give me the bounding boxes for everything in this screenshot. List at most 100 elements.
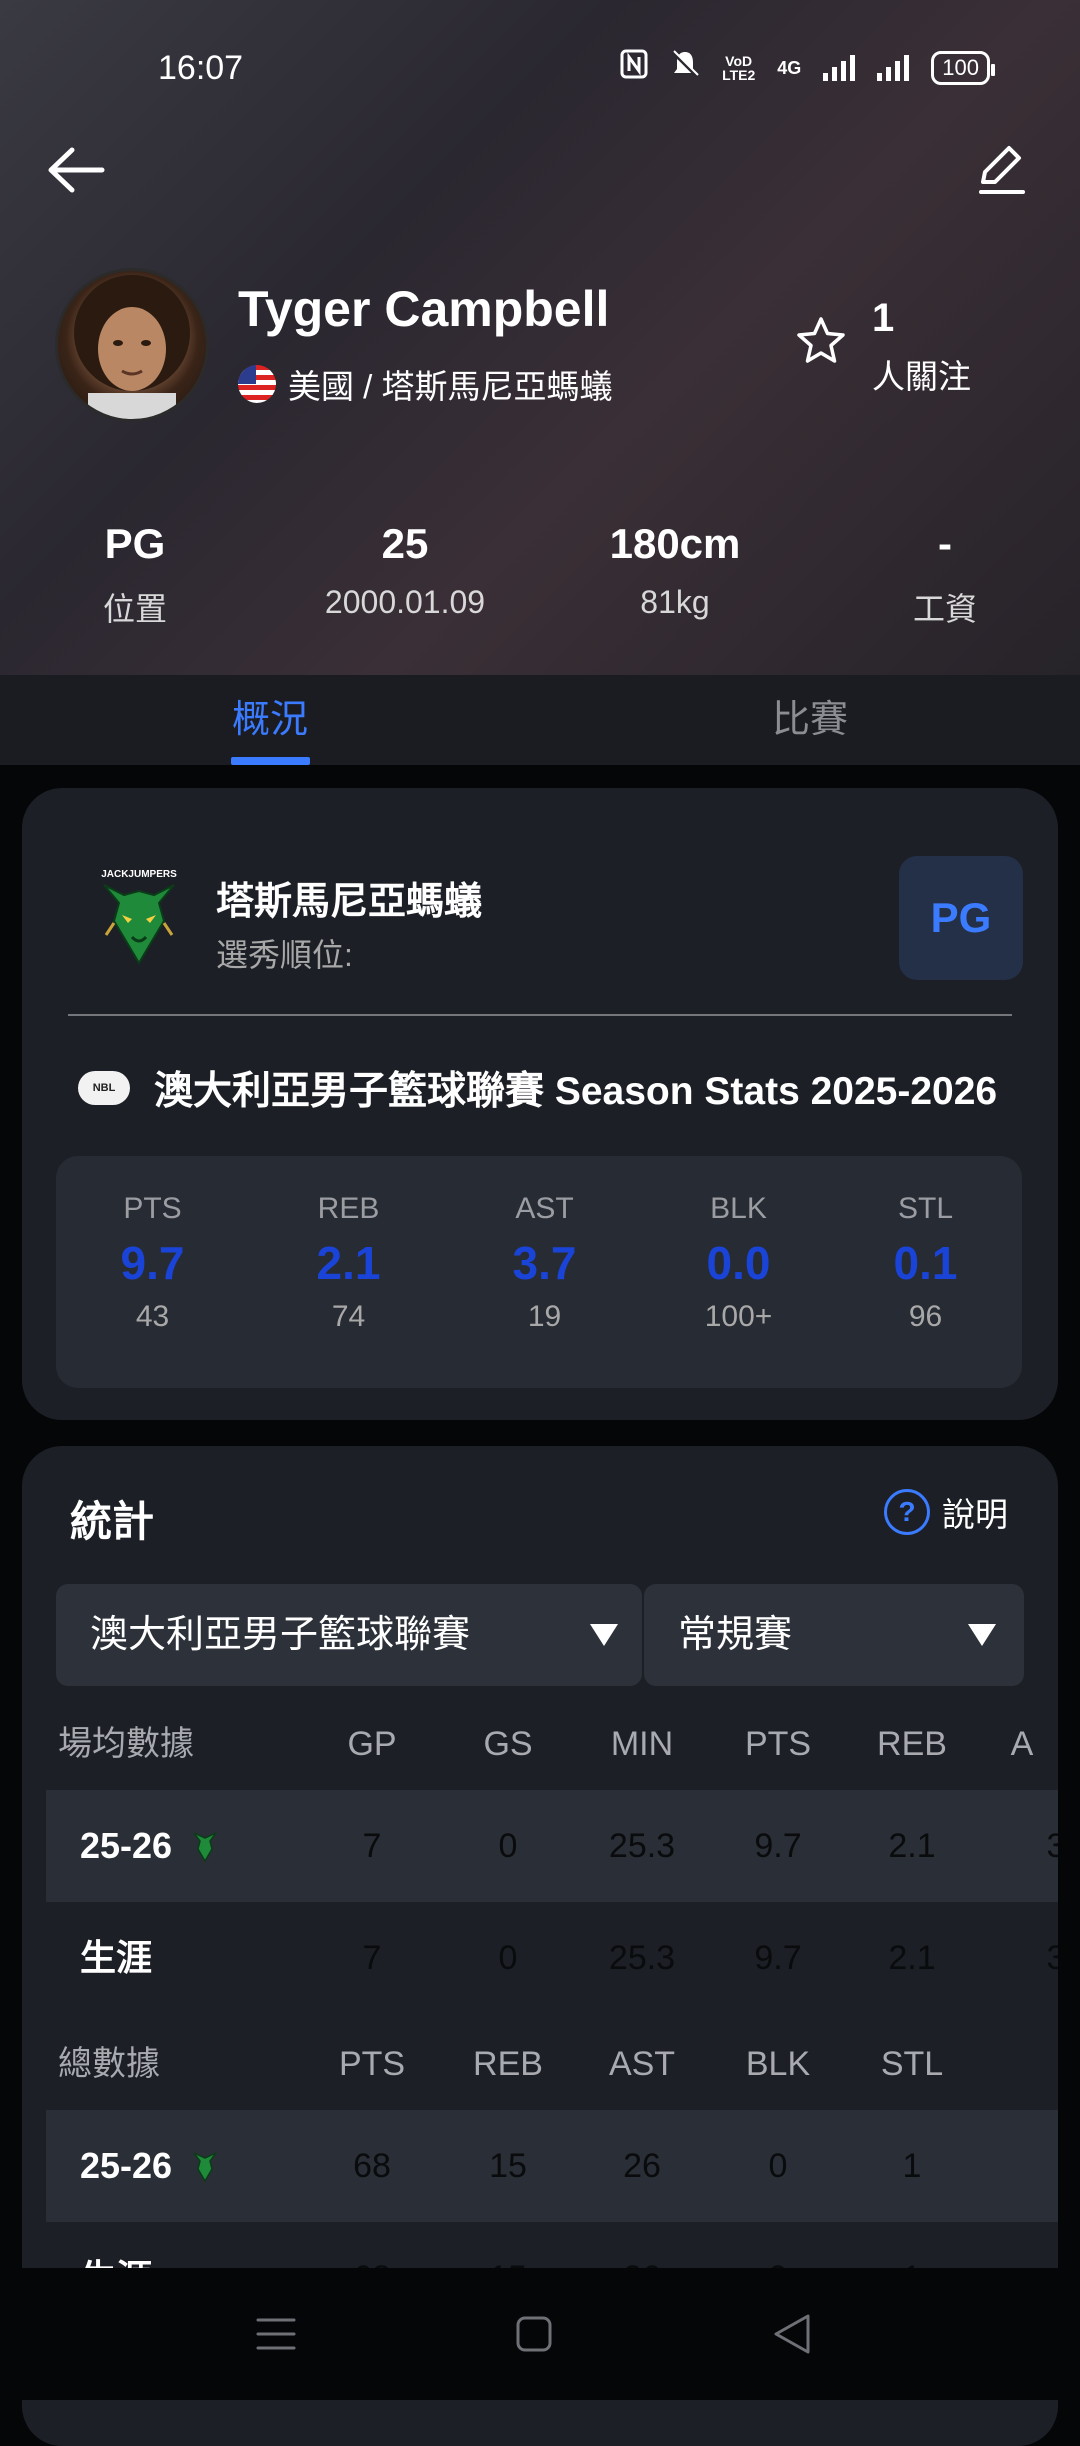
info-sub: 位置 [102,591,167,627]
career-label: 生涯 [80,1937,153,1978]
per-game-title: 場均數據 [58,1725,194,1763]
stat-value: 9.7 [120,1237,185,1289]
info-sub: 工資 [912,591,977,627]
info-value: 180cm [609,520,741,567]
player-header: 16:07 VoD LTE2 4G 100 Tyger Campbell 美國 … [0,0,1080,675]
follow-star-icon[interactable] [795,315,847,367]
dropdown-arrow-icon [968,1624,996,1646]
season-type-value: 常規賽 [678,1614,793,1656]
team-logo-icon[interactable]: JACKJUMPERS [84,863,194,973]
table-cell: 25.3 [608,1827,676,1865]
back-triangle-icon[interactable] [732,2268,852,2400]
info-value: 25 [381,520,429,567]
per-game-header: 場均數據 GP GS MIN PTS REB A [22,1704,1058,1784]
table-cell: 1 [902,2147,922,2185]
table-cell: 3 [1046,1939,1058,1977]
col-header: PTS [744,1725,812,1763]
signal-2-icon [877,55,910,81]
table-cell: 68 [353,2147,391,2185]
divider [68,1014,1012,1016]
stat-value: 2.1 [316,1237,381,1289]
stat-value: 3.7 [512,1237,577,1289]
table-row[interactable]: 生涯 7 0 25.3 9.7 2.1 3 [46,1902,1058,2014]
nationality-team-text: 美國 / 塔斯馬尼亞螞蟻 [288,368,613,405]
stat-value: 0.0 [706,1237,771,1289]
table-cell: 9.7 [754,1939,802,1977]
row-label: 25-26 [80,1790,220,1902]
team-name[interactable]: 塔斯馬尼亞螞蟻 [216,870,482,925]
col-header: BLK [745,2045,811,2083]
stat-ast: AST 3.7 19 [448,1156,641,1334]
stat-label: AST [515,1192,574,1225]
col-header: REB [473,2045,543,2083]
col-header: GP [347,1725,397,1763]
table-cell: 3 [1046,1827,1058,1865]
back-arrow-icon[interactable] [46,145,106,195]
stat-label: BLK [710,1192,767,1225]
stat-blk: BLK 0.0 100+ [642,1156,835,1334]
col-header: PTS [338,2045,406,2083]
table-cell: 2.1 [888,1827,936,1865]
table-row[interactable]: 25-26 68 15 26 0 1 [46,2110,1058,2222]
tab-overview[interactable]: 概況 [0,675,540,765]
stat-reb: REB 2.1 74 [252,1156,445,1334]
statistics-title: 統計 [70,1498,155,1545]
stat-rank: 43 [135,1300,170,1333]
us-flag-icon [238,365,276,403]
tab-matches[interactable]: 比賽 [540,675,1080,765]
team-mini-logo-icon [193,2152,217,2183]
season-label: 25-26 [80,2145,173,2186]
menu-icon[interactable] [216,2268,336,2400]
table-cell: 7 [362,1939,382,1977]
table-cell: 15 [489,2147,527,2185]
table-cell: 9.7 [754,1827,802,1865]
status-icons: VoD LTE2 4G 100 [620,49,995,87]
info-sub: 81kg [640,584,710,620]
season-label: 25-26 [80,1825,173,1866]
stat-label: PTS [123,1192,182,1225]
player-nationality-team: 美國 / 塔斯馬尼亞螞蟻 [238,360,613,408]
player-name: Tyger Campbell [238,281,610,337]
col-header: GS [483,1725,533,1763]
row-label: 生涯 [80,1902,152,2014]
table-row[interactable]: 25-26 7 0 25.3 9.7 2.1 3 [46,1790,1058,1902]
totals-title: 總數據 [58,2045,160,2083]
info-sub: 2000.01.09 [324,584,486,620]
info-value: PG [104,520,166,567]
team-mini-logo-icon [193,1832,217,1863]
table-cell: 25.3 [608,1939,676,1977]
question-icon: ? [884,1489,930,1535]
nbl-league-icon: NBL [78,1071,130,1105]
active-tab-indicator [231,757,310,765]
info-salary: - 工資 [810,520,1080,630]
edit-pencil-icon[interactable] [975,142,1029,196]
battery-indicator: 100 [931,51,995,85]
season-stats-box: PTS 9.7 43 REB 2.1 74 AST 3.7 19 BLK 0.0… [56,1156,1022,1388]
nfc-icon [620,49,648,87]
stat-label: REB [317,1192,380,1225]
home-square-icon[interactable] [474,2268,594,2400]
league-select[interactable]: 澳大利亞男子籃球聯賽 [56,1584,642,1686]
col-header: AST [608,2045,676,2083]
position-badge: PG [899,856,1023,980]
signal-1-icon [823,55,856,81]
stat-rank: 100+ [704,1300,773,1333]
info-value: - [938,520,952,567]
stat-stl: STL 0.1 96 [829,1156,1022,1334]
table-cell: 0 [768,2147,788,2185]
col-header: A [1010,1725,1034,1763]
info-position: PG 位置 [0,520,270,630]
table-cell: 0 [498,1827,518,1865]
totals-header: 總數據 PTS REB AST BLK STL [22,2024,1058,2104]
stat-label: STL [897,1192,954,1225]
player-avatar [55,268,209,422]
league-season-row: NBL 澳大利亞男子籃球聯賽 Season Stats 2025-2026 [78,1060,997,1116]
season-type-select[interactable]: 常規賽 [644,1584,1024,1686]
col-header: MIN [610,1725,674,1763]
help-button[interactable]: ? 說明 [884,1488,1008,1536]
league-select-value: 澳大利亞男子籃球聯賽 [90,1614,471,1656]
dropdown-arrow-icon [590,1624,618,1646]
volte-indicator: VoD LTE2 [722,53,756,83]
info-height-weight: 180cm 81kg [540,520,810,621]
table-cell: 2.1 [888,1939,936,1977]
